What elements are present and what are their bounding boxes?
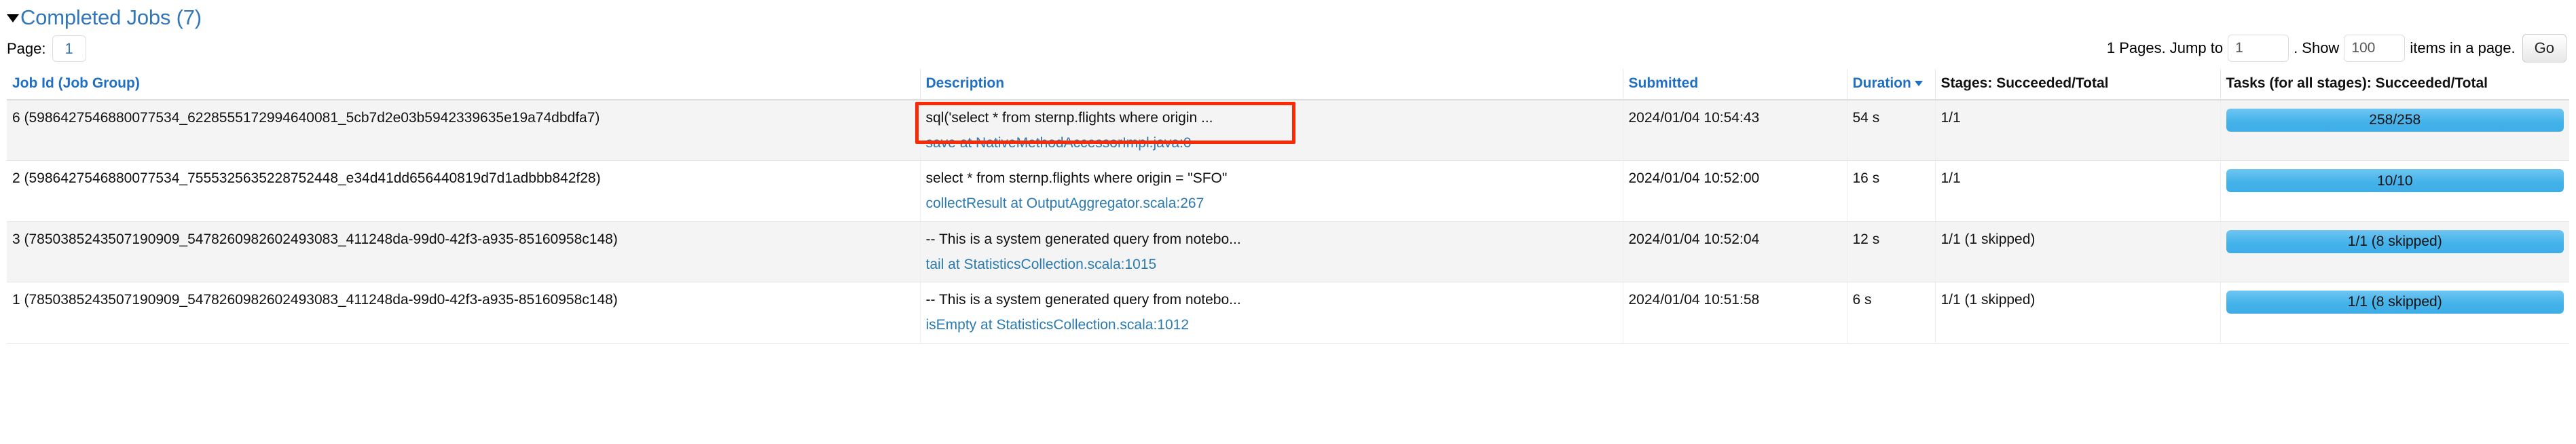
column-header-description[interactable]: Description [919, 69, 1623, 100]
page-label: Page: [7, 39, 46, 57]
column-header-job-id[interactable]: Job Id (Job Group) [7, 69, 920, 100]
description-link[interactable]: collectResult at OutputAggregator.scala:… [926, 194, 1617, 213]
column-header-stages-label: Stages: Succeeded/Total [1940, 75, 2109, 91]
column-header-duration[interactable]: Duration [1846, 69, 1935, 100]
completed-jobs-table-container: Job Id (Job Group) Description Submitted… [0, 69, 2576, 344]
description-text: sql('select * from sternp.flights where … [925, 110, 1213, 126]
cell-duration: 16 s [1846, 160, 1935, 222]
cell-description: -- This is a system generated query from… [919, 282, 1623, 344]
cell-tasks: 10/10 [2220, 160, 2569, 222]
page-selector: Page: 1 [7, 35, 86, 62]
cell-submitted: 2024/01/04 10:52:04 [1622, 221, 1847, 283]
column-header-description-label[interactable]: Description [926, 75, 1005, 91]
description-link[interactable]: tail at StatisticsCollection.scala:1015 [926, 255, 1617, 274]
tasks-progress-label: 258/258 [2369, 112, 2421, 128]
cell-description: select * from sternp.flights where origi… [919, 160, 1623, 222]
column-header-tasks-label: Tasks (for all stages): Succeeded/Total [2226, 75, 2488, 91]
pagination-controls: 1 Pages. Jump to . Show items in a page.… [2107, 34, 2566, 62]
cell-job-id: 3 (7850385243507190909_54782609826024930… [7, 221, 920, 283]
table-body: 6 (5986427546880077534_62285551729946400… [7, 100, 2569, 344]
tasks-progress-bar: 258/258 [2226, 109, 2564, 132]
cell-submitted: 2024/01/04 10:51:58 [1622, 282, 1847, 344]
cell-description: -- This is a system generated query from… [919, 221, 1623, 283]
tasks-progress-label: 1/1 (8 skipped) [2347, 234, 2442, 250]
cell-submitted: 2024/01/04 10:52:00 [1622, 160, 1847, 222]
show-label: . Show [2294, 39, 2340, 56]
cell-submitted: 2024/01/04 10:54:43 [1622, 100, 1847, 162]
table-row: 2 (5986427546880077534_75553256352287524… [7, 160, 2569, 222]
tasks-progress-label: 10/10 [2376, 172, 2413, 189]
description-text: -- This is a system generated query from… [925, 292, 1241, 308]
description-text: select * from sternp.flights where origi… [925, 170, 1228, 187]
column-header-tasks[interactable]: Tasks (for all stages): Succeeded/Total [2220, 69, 2569, 100]
table-row: 1 (7850385243507190909_54782609826024930… [7, 282, 2569, 344]
table-row: 6 (5986427546880077534_62285551729946400… [7, 100, 2569, 162]
description-link[interactable]: save at NativeMethodAccessorImpl.java:0 [926, 134, 1617, 153]
column-header-duration-label[interactable]: Duration [1853, 75, 1911, 91]
cell-tasks: 1/1 (8 skipped) [2220, 282, 2569, 344]
cell-duration: 54 s [1846, 100, 1935, 162]
cell-duration: 6 s [1846, 282, 1935, 344]
tasks-progress-bar: 1/1 (8 skipped) [2226, 229, 2564, 253]
tasks-progress-bar: 10/10 [2226, 169, 2564, 193]
description-link[interactable]: isEmpty at StatisticsCollection.scala:10… [926, 316, 1617, 335]
column-header-stages[interactable]: Stages: Succeeded/Total [1934, 69, 2220, 100]
column-header-job-id-label[interactable]: Job Id (Job Group) [12, 75, 140, 91]
completed-jobs-table: Job Id (Job Group) Description Submitted… [7, 69, 2569, 344]
items-per-page-input[interactable] [2344, 35, 2406, 62]
cell-stages: 1/1 [1934, 160, 2220, 222]
cell-stages: 1/1 (1 skipped) [1934, 282, 2220, 344]
cell-job-id: 2 (5986427546880077534_75553256352287524… [7, 160, 920, 222]
triangle-down-icon[interactable] [7, 14, 19, 22]
table-row: 3 (7850385243507190909_54782609826024930… [7, 221, 2569, 283]
jump-to-page-input[interactable] [2228, 35, 2289, 62]
pagination-bar: Page: 1 1 Pages. Jump to . Show items in… [0, 27, 2576, 69]
page-number-button[interactable]: 1 [52, 35, 86, 62]
completed-jobs-section-header[interactable]: Completed Jobs (7) [0, 0, 2576, 28]
items-in-page-label: items in a page. [2410, 39, 2516, 56]
description-text: -- This is a system generated query from… [925, 231, 1241, 247]
cell-job-id: 6 (5986427546880077534_62285551729946400… [7, 100, 920, 162]
cell-tasks: 258/258 [2220, 100, 2569, 162]
tasks-progress-bar: 1/1 (8 skipped) [2226, 291, 2564, 314]
table-header-row: Job Id (Job Group) Description Submitted… [7, 69, 2569, 100]
cell-duration: 12 s [1846, 221, 1935, 283]
tasks-progress-label: 1/1 (8 skipped) [2347, 294, 2442, 310]
go-button[interactable]: Go [2522, 34, 2566, 62]
table-header: Job Id (Job Group) Description Submitted… [7, 69, 2569, 100]
cell-tasks: 1/1 (8 skipped) [2220, 221, 2569, 283]
page-title[interactable]: Completed Jobs (7) [20, 7, 202, 28]
cell-stages: 1/1 (1 skipped) [1934, 221, 2220, 283]
cell-stages: 1/1 [1934, 100, 2220, 162]
sort-descending-icon[interactable] [1914, 81, 1923, 86]
total-pages-label: 1 Pages. Jump to [2106, 39, 2224, 56]
column-header-submitted-label[interactable]: Submitted [1629, 75, 1699, 91]
cell-description: sql('select * from sternp.flights where … [919, 100, 1623, 162]
cell-job-id: 1 (7850385243507190909_54782609826024930… [7, 282, 920, 344]
column-header-submitted[interactable]: Submitted [1622, 69, 1847, 100]
